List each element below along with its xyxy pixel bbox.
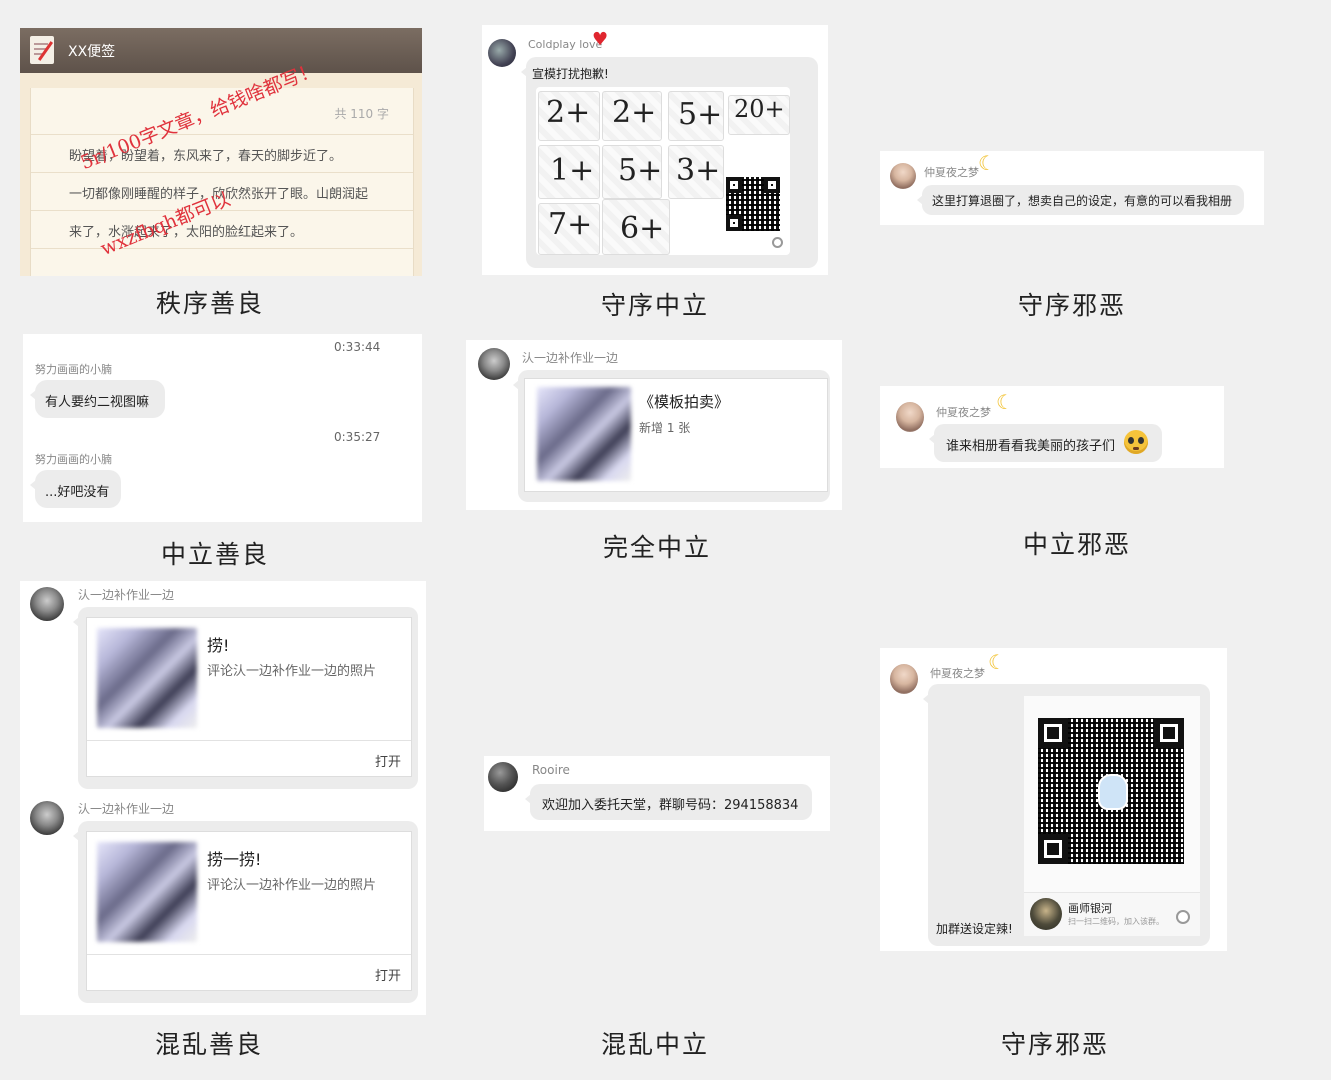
caption: 守序邪恶 bbox=[1000, 1030, 1109, 1059]
sender-name: 仲夏夜之梦 bbox=[930, 667, 985, 680]
price-label: 3+ bbox=[676, 153, 721, 188]
message-bubble: 《模板拍卖》 新增 1 张 bbox=[513, 370, 830, 502]
sender-name: 仲夏夜之梦 bbox=[924, 166, 979, 179]
message-text: 加群送设定辣! bbox=[936, 922, 1013, 936]
memo-titlebar: XX便签 bbox=[20, 28, 422, 73]
message-bubble: ...好吧没有 bbox=[30, 470, 121, 508]
photo-thumbnail bbox=[97, 628, 197, 728]
caption: 秩序善良 bbox=[155, 289, 264, 318]
penguin-icon bbox=[1098, 774, 1128, 810]
chat-panel: 仲夏夜之梦 ☾ 这里打算退圈了，想卖自己的设定，有意的可以看我相册 bbox=[880, 151, 1264, 225]
avatar bbox=[890, 163, 916, 189]
moon-icon: ☾ bbox=[996, 390, 1014, 414]
card-description: 评论汄一边补作业一边的照片 bbox=[207, 878, 377, 893]
moon-icon: ☾ bbox=[978, 151, 996, 175]
price-label: 2+ bbox=[612, 95, 657, 130]
message-bubble: 加群送设定辣! 画师银河 扫一扫二维码，加入该群。 bbox=[923, 684, 1210, 946]
timestamp: 0:35:27 bbox=[334, 430, 381, 444]
heart-icon: ♥ bbox=[592, 29, 609, 50]
group-name: 画师银河 bbox=[1068, 902, 1112, 915]
avatar bbox=[30, 587, 64, 621]
message-text: 有人要约二视图嘛 bbox=[45, 395, 150, 410]
timestamp: 0:33:44 bbox=[334, 340, 381, 354]
avatar bbox=[488, 762, 518, 792]
card-title: 捞一捞! bbox=[207, 850, 262, 869]
message-bubble: 捞! 评论汄一边补作业一边的照片 打开 bbox=[73, 607, 418, 789]
message-bubble: 欢迎加入委托天堂，群聊号码：294158834 bbox=[525, 784, 812, 820]
caption: 守序邪恶 bbox=[1017, 291, 1126, 320]
message-text: 宣模打扰抱歉! bbox=[532, 67, 609, 81]
price-label: 7+ bbox=[548, 207, 593, 242]
sender-name: 汄一边补作业一边 bbox=[78, 588, 175, 602]
message-bubble: 捞一捞! 评论汄一边补作业一边的照片 打开 bbox=[73, 821, 418, 1003]
zoom-icon[interactable] bbox=[1176, 910, 1190, 924]
sender-name: 汄一边补作业一边 bbox=[522, 351, 619, 365]
moon-icon: ☾ bbox=[988, 650, 1006, 674]
album-card[interactable]: 捞一捞! 评论汄一边补作业一边的照片 打开 bbox=[86, 831, 412, 991]
photo-thumbnail bbox=[97, 842, 197, 942]
price-label: 6+ bbox=[620, 211, 665, 246]
pleading-emoji-icon bbox=[1124, 430, 1148, 454]
caption: 中立善良 bbox=[160, 540, 269, 569]
notepad-icon bbox=[30, 36, 54, 64]
price-label: 1+ bbox=[550, 153, 595, 188]
open-button[interactable]: 打开 bbox=[375, 965, 401, 984]
sender-name: 努力画画的小腩 bbox=[35, 363, 112, 376]
sender-name: Rooire bbox=[532, 763, 570, 777]
chat-panel: 仲夏夜之梦 ☾ 谁来相册看看我美丽的孩子们 bbox=[880, 386, 1224, 468]
group-avatar bbox=[1030, 898, 1062, 930]
caption: 守序中立 bbox=[600, 291, 709, 320]
album-card[interactable]: 《模板拍卖》 新增 1 张 bbox=[524, 378, 828, 492]
message-text: 欢迎加入委托天堂，群聊号码：294158834 bbox=[542, 798, 799, 813]
avatar bbox=[488, 39, 516, 67]
price-label: 2+ bbox=[546, 95, 591, 130]
open-button[interactable]: 打开 bbox=[375, 751, 401, 770]
avatar bbox=[890, 664, 918, 694]
chat-panel: Coldplay love ♥ 宣模打扰抱歉! 2+ 2+ 5+ 20+ 1+ … bbox=[482, 25, 828, 275]
message-bubble: 这里打算退圈了，想卖自己的设定，有意的可以看我相册 bbox=[917, 185, 1244, 215]
card-description: 评论汄一边补作业一边的照片 bbox=[207, 664, 377, 679]
sender-name: 努力画画的小腩 bbox=[35, 453, 112, 466]
avatar bbox=[896, 402, 924, 432]
message-bubble: 宣模打扰抱歉! 2+ 2+ 5+ 20+ 1+ 5+ 3+ 7+ 6+ bbox=[521, 57, 818, 268]
message-bubble: 谁来相册看看我美丽的孩子们 bbox=[929, 424, 1162, 462]
chat-panel: 仲夏夜之梦 ☾ 加群送设定辣! 画师银河 扫一扫二维码，加入该群。 bbox=[880, 648, 1227, 951]
caption: 混乱善良 bbox=[154, 1030, 263, 1059]
message-text: 谁来相册看看我美丽的孩子们 bbox=[946, 439, 1116, 454]
message-bubble: 有人要约二视图嘛 bbox=[30, 380, 165, 418]
sender-name: 汄一边补作业一边 bbox=[78, 802, 175, 816]
price-label: 20+ bbox=[734, 95, 785, 123]
message-text: ...好吧没有 bbox=[45, 485, 110, 500]
caption: 完全中立 bbox=[602, 533, 711, 562]
caption: 混乱中立 bbox=[600, 1030, 709, 1059]
card-title: 捞! bbox=[207, 636, 230, 655]
price-label: 5+ bbox=[618, 153, 663, 188]
chat-panel: 0:33:44 努力画画的小腩 有人要约二视图嘛 0:35:27 努力画画的小腩… bbox=[23, 334, 422, 522]
message-text: 这里打算退圈了，想卖自己的设定，有意的可以看我相册 bbox=[932, 194, 1233, 208]
avatar bbox=[30, 801, 64, 835]
price-label: 5+ bbox=[678, 97, 723, 132]
chat-panel: Rooire 欢迎加入委托天堂，群聊号码：294158834 bbox=[484, 756, 830, 831]
zoom-icon[interactable] bbox=[772, 237, 783, 248]
sender-name: 仲夏夜之梦 bbox=[936, 406, 991, 419]
chat-panel: 汄一边补作业一边 捞! 评论汄一边补作业一边的照片 打开 汄一边补作业一边 捞一… bbox=[20, 581, 426, 1015]
group-hint: 扫一扫二维码，加入该群。 bbox=[1068, 917, 1164, 926]
album-card[interactable]: 捞! 评论汄一边补作业一边的照片 打开 bbox=[86, 617, 412, 777]
memo-panel: XX便签 共 110 字 盼望着，盼望着，东风来了，春天的脚步近了。 一切都像刚… bbox=[20, 28, 422, 276]
card-title: 《模板拍卖》 bbox=[639, 393, 730, 411]
word-count: 共 110 字 bbox=[334, 107, 389, 121]
album-thumbnail bbox=[537, 387, 631, 481]
chat-panel: 汄一边补作业一边 《模板拍卖》 新增 1 张 bbox=[466, 340, 842, 510]
group-qr-card[interactable]: 画师银河 扫一扫二维码，加入该群。 bbox=[1024, 696, 1200, 936]
app-title: XX便签 bbox=[68, 44, 116, 60]
caption: 中立邪恶 bbox=[1022, 530, 1131, 559]
avatar bbox=[478, 348, 510, 380]
card-subtitle: 新增 1 张 bbox=[639, 421, 691, 435]
sketch-image[interactable]: 2+ 2+ 5+ 20+ 1+ 5+ 3+ 7+ 6+ bbox=[536, 87, 790, 255]
